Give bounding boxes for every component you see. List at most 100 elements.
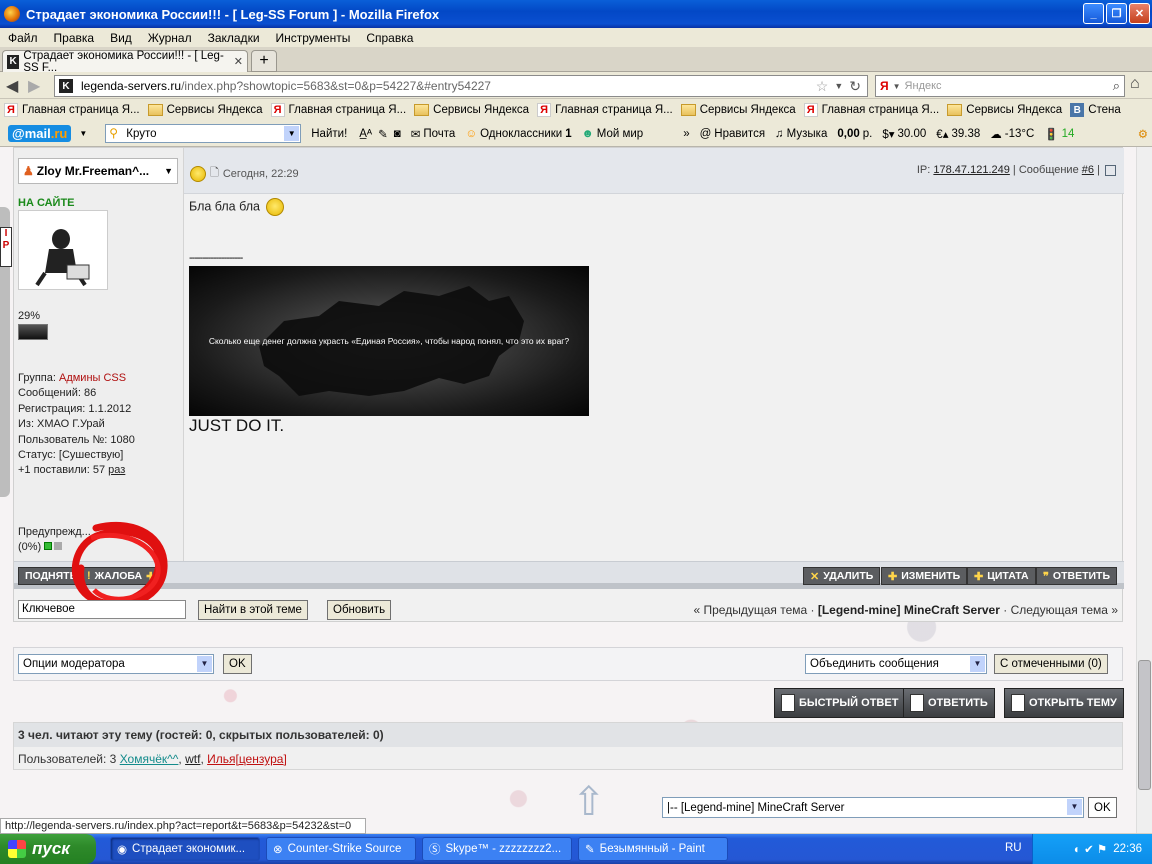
weather-value[interactable]: ☁ -13°C xyxy=(990,127,1034,141)
mailru-logo[interactable]: @mail.ru xyxy=(8,125,72,142)
quote-button[interactable]: ✚ ЦИТАТА xyxy=(967,567,1036,585)
tray-icons[interactable]: ◐ ✔ ⚑ xyxy=(1074,842,1107,856)
taskbar-item-paint[interactable]: ✎ Безымянный - Paint xyxy=(578,837,728,861)
menu-edit[interactable]: Правка xyxy=(46,31,103,45)
scrollbar-thumb[interactable] xyxy=(1138,660,1151,790)
edit-button[interactable]: ✚ ИЗМЕНИТЬ xyxy=(881,567,968,585)
clock[interactable]: 22:36 xyxy=(1113,843,1142,855)
odnoklassniki-link[interactable]: ☺ Одноклассники 1 xyxy=(465,128,571,140)
reader-link[interactable]: Илья[цензура] xyxy=(207,752,287,766)
new-topic-button[interactable]: ОТКРЫТЬ ТЕМУ xyxy=(1004,688,1124,718)
menu-file[interactable]: Файл xyxy=(0,31,46,45)
group-name[interactable]: Админы CSS xyxy=(59,372,126,384)
screenshot-icon[interactable]: ◙ xyxy=(394,128,401,140)
back-icon[interactable]: ◀ xyxy=(6,76,18,96)
menu-history[interactable]: Журнал xyxy=(140,31,200,45)
yandex-icon: Я xyxy=(4,103,18,117)
eur-rate[interactable]: €▴ 39.38 xyxy=(936,127,980,141)
chevron-down-icon: ▼ xyxy=(970,656,985,672)
user-number: Пользователь №: 1080 xyxy=(18,434,135,446)
myworld-link[interactable]: ☻ Мой мир xyxy=(582,128,644,140)
url-bar[interactable]: K legenda-servers.ru/index.php?showtopic… xyxy=(54,75,868,97)
tab-forum[interactable]: K Страдает экономика России!!! - [ Leg-S… xyxy=(2,50,248,74)
forum-jump-ok-button[interactable]: OK xyxy=(1088,797,1117,818)
restore-button[interactable]: ❐ xyxy=(1106,3,1127,24)
vip-badge: IP xyxy=(0,227,12,267)
menu-bookmarks[interactable]: Закладки xyxy=(200,31,268,45)
bookmark-item[interactable]: Я Главная страница Я... xyxy=(803,103,939,117)
minimize-button[interactable]: _ xyxy=(1083,3,1104,24)
usd-rate[interactable]: $▾ 30.00 xyxy=(882,127,926,141)
menu-tools[interactable]: Инструменты xyxy=(268,31,359,45)
language-indicator[interactable]: RU xyxy=(1005,842,1022,854)
find-in-topic-button[interactable]: Найти в этой теме xyxy=(198,600,308,620)
new-tab-button[interactable]: + xyxy=(251,50,277,72)
forum-jump-select[interactable]: |-- [Legend-mine] MineCraft Server ▼ xyxy=(662,797,1084,818)
search-engine-dropdown-icon[interactable]: ▼ xyxy=(893,82,901,91)
bookmark-item[interactable]: Сервисы Яндекса xyxy=(680,104,796,116)
search-input[interactable]: Я ▼ Яндекс ⌕ xyxy=(875,75,1125,97)
menu-view[interactable]: Вид xyxy=(102,31,140,45)
refresh-button[interactable]: Обновить xyxy=(327,600,392,620)
fast-reply-button[interactable]: БЫСТРЫЙ ОТВЕТ xyxy=(774,688,906,718)
home-icon[interactable]: ⌂ xyxy=(1130,75,1140,93)
bookmark-item[interactable]: Сервисы Яндекса xyxy=(147,104,263,116)
reply-post-button[interactable]: ❞ ОТВЕТИТЬ xyxy=(1036,567,1118,585)
moderator-options-select[interactable]: Опции модератора ▼ xyxy=(18,654,214,674)
bookmark-item[interactable]: Сервисы Яндекса xyxy=(414,104,529,116)
traffic-value[interactable]: 🚦 14 xyxy=(1044,127,1074,141)
mail-link[interactable]: ✉ Почта xyxy=(411,127,456,141)
forward-icon[interactable]: ▶ xyxy=(28,76,40,96)
prev-topic-link[interactable]: « Предыдущая тема · xyxy=(693,603,814,617)
delete-button[interactable]: ✕ УДАЛИТЬ xyxy=(803,567,881,585)
taskbar-item-firefox[interactable]: ◉ Страдает экономик... xyxy=(110,837,260,861)
reader-link[interactable]: Хомячёк^^ xyxy=(120,752,179,766)
scroll-up-arrow-icon[interactable]: ⇧ xyxy=(572,782,612,822)
reader-link[interactable]: wtf xyxy=(185,752,200,766)
vertical-scrollbar[interactable] xyxy=(1136,147,1152,833)
likes-link[interactable]: @ Нравится xyxy=(700,128,765,140)
bookmark-item[interactable]: Сервисы Яндекса xyxy=(947,104,1062,116)
bookmark-item[interactable]: Я Главная страница Я... xyxy=(4,103,140,117)
chevron-down-icon[interactable]: ▼ xyxy=(284,126,300,141)
url-dropdown-icon[interactable]: ▼ xyxy=(834,81,843,91)
overflow-chevron-icon[interactable]: » xyxy=(683,128,689,140)
balance-value[interactable]: 0,00 р. xyxy=(837,128,872,140)
avatar[interactable] xyxy=(18,210,108,290)
bookmark-item[interactable]: В Стена xyxy=(1070,103,1121,117)
magnifier-icon[interactable]: ⌕ xyxy=(1113,78,1120,94)
select-post-checkbox[interactable] xyxy=(1105,164,1116,176)
font-icon[interactable]: A̲ᴬ xyxy=(359,128,372,140)
reply-button[interactable]: ОТВЕТИТЬ xyxy=(903,688,995,718)
menu-help[interactable]: Справка xyxy=(358,31,421,45)
url-path: /index.php?showtopic=5683&st=0&p=54227&#… xyxy=(181,79,491,93)
mailru-find-button[interactable]: Найти! xyxy=(311,128,347,140)
mailru-search-input[interactable]: ⚲ Круто ▼ xyxy=(105,124,302,143)
reload-icon[interactable]: ↻ xyxy=(849,78,861,95)
author-menu[interactable]: ♟ Zloy Mr.Freeman^... ▼ xyxy=(18,158,178,184)
settings-gear-icon[interactable]: ⚙ xyxy=(1138,127,1148,141)
mailru-menu-icon[interactable]: ▼ xyxy=(79,129,87,138)
signature-image: Сколько еще денег должна украсть «Единая… xyxy=(189,266,589,416)
next-topic-link[interactable]: · Следующая тема » xyxy=(1003,603,1118,617)
highlight-icon[interactable]: ✎ xyxy=(378,127,388,141)
start-button[interactable]: пуск xyxy=(0,834,96,864)
selected-action-button[interactable]: С отмеченными (0) xyxy=(994,654,1108,674)
plus-link[interactable]: раз xyxy=(108,464,125,476)
tab-close-icon[interactable]: ✕ xyxy=(234,55,243,68)
merge-posts-select[interactable]: Объединить сообщения ▼ xyxy=(805,654,987,674)
post-page-icon[interactable]: 🗋 xyxy=(210,164,219,183)
warn-minus-icon[interactable] xyxy=(44,542,53,550)
music-link[interactable]: ♫ Музыка xyxy=(775,128,827,140)
bookmark-item[interactable]: Я Главная страница Я... xyxy=(537,103,673,117)
ip-link[interactable]: 178.47.121.249 xyxy=(933,164,1009,176)
taskbar-item-counter-strike[interactable]: ⊗ Counter-Strike Source xyxy=(266,837,416,861)
post-number-link[interactable]: #6 xyxy=(1082,164,1094,176)
star-icon[interactable]: ☆ xyxy=(816,78,829,95)
keyword-input[interactable]: Ключевое xyxy=(18,600,186,619)
moderator-ok-button[interactable]: OK xyxy=(223,654,252,674)
close-button[interactable]: ✕ xyxy=(1129,3,1150,24)
taskbar-item-skype[interactable]: Ⓢ Skype™ - zzzzzzzz2... xyxy=(422,837,572,861)
bookmark-label: Главная страница Я... xyxy=(22,104,140,116)
bookmark-item[interactable]: Я Главная страница Я... xyxy=(270,103,406,117)
